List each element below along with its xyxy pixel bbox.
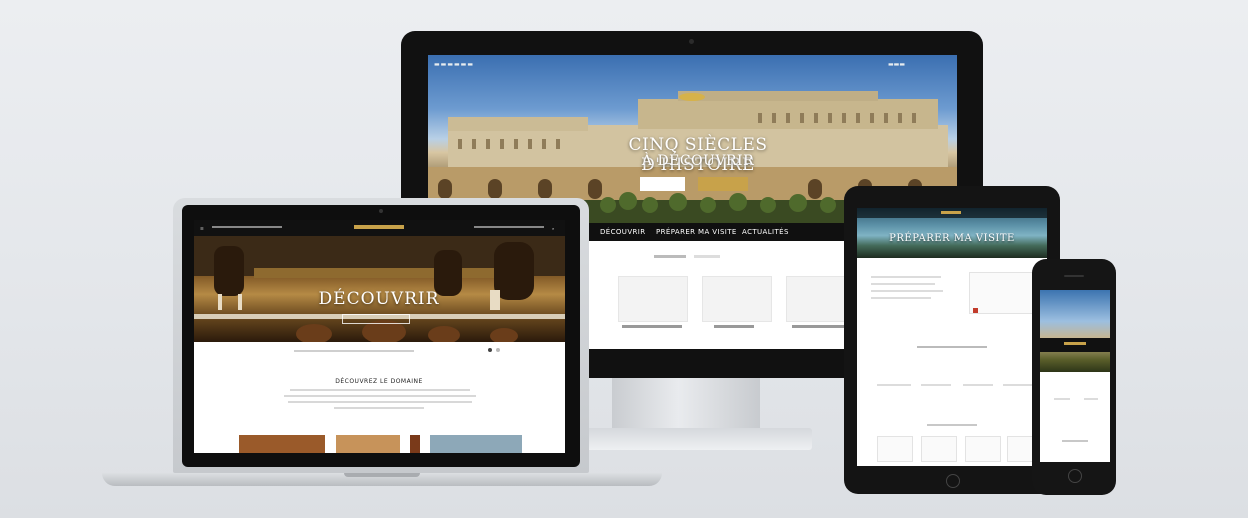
tablet-subheading xyxy=(927,424,977,426)
monitor-nav-item-2[interactable]: ACTUALITÉS xyxy=(742,228,789,236)
laptop-hero-button[interactable] xyxy=(342,314,410,324)
monitor-card-1-label xyxy=(622,325,682,328)
laptop-thumbnail-1[interactable] xyxy=(239,435,325,453)
tablet-text-line xyxy=(871,283,935,285)
tablet-section-heading xyxy=(917,346,987,348)
monitor-tab-active[interactable] xyxy=(654,255,686,258)
monitor-camera-icon xyxy=(689,39,694,44)
laptop-hero-title: DÉCOUVRIR xyxy=(318,289,440,309)
phone-nav-band xyxy=(1040,338,1110,352)
tablet-marker-icon xyxy=(973,308,978,313)
phone-hero-image xyxy=(1040,290,1110,372)
monitor-card-2[interactable] xyxy=(702,276,772,322)
laptop-dot-active[interactable] xyxy=(488,348,492,352)
laptop-paragraph-line-2 xyxy=(284,395,476,397)
phone-speaker xyxy=(1064,275,1084,277)
tablet-home-button[interactable] xyxy=(946,474,960,488)
laptop-thumbnail-4[interactable] xyxy=(430,435,522,453)
laptop-thumbnail-3[interactable] xyxy=(410,435,420,453)
tablet-item[interactable] xyxy=(963,384,993,386)
tablet-item[interactable] xyxy=(921,384,951,386)
phone-text-line xyxy=(1054,398,1070,400)
laptop-right-links[interactable] xyxy=(474,226,544,228)
monitor-card-1[interactable] xyxy=(618,276,688,322)
laptop-thumbnail-2[interactable] xyxy=(336,435,400,453)
tablet-logo[interactable] xyxy=(941,211,961,214)
monitor-stand-base xyxy=(560,428,812,450)
phone-text-line xyxy=(1062,440,1088,442)
tablet-card[interactable] xyxy=(965,436,1001,462)
laptop-camera-icon xyxy=(379,209,383,213)
monitor-hero-button-gold[interactable] xyxy=(698,177,748,191)
monitor-nav-item-1[interactable]: PRÉPARER MA VISITE xyxy=(656,228,737,236)
monitor-hero-title-line2: À DÉCOUVRIR xyxy=(641,153,755,169)
laptop-top-bar: ☰ ⌕ xyxy=(194,220,565,236)
monitor-tab[interactable] xyxy=(694,255,720,258)
laptop-search-icon[interactable]: ⌕ xyxy=(552,226,554,231)
tablet-side-panel[interactable] xyxy=(969,272,1035,314)
monitor-card-2-label xyxy=(714,325,754,328)
laptop-paragraph-line-4 xyxy=(334,407,424,409)
monitor-nav-item-0[interactable]: DÉCOUVRIR xyxy=(600,228,646,236)
tablet-item[interactable] xyxy=(1003,384,1033,386)
tablet-card[interactable] xyxy=(921,436,957,462)
monitor-card-3-label xyxy=(792,325,848,328)
laptop-screen: ☰ ⌕ DÉCOUVRIR DÉCOUVREZ LE DOMAINE xyxy=(194,220,565,453)
monitor-header-links[interactable]: ▬▬▬ xyxy=(888,61,905,68)
phone-text-line xyxy=(1084,398,1098,400)
tablet-card[interactable] xyxy=(877,436,913,462)
laptop-paragraph-line-3 xyxy=(288,401,472,403)
tablet-text-line xyxy=(871,276,941,278)
laptop-logo[interactable] xyxy=(354,225,404,229)
laptop-menu-icon[interactable]: ☰ xyxy=(200,226,204,231)
laptop-top-links[interactable] xyxy=(212,226,282,228)
monitor-logo[interactable]: ▬▬▬▬▬▬ xyxy=(434,61,474,68)
tablet-screen: PRÉPARER MA VISITE xyxy=(857,208,1047,466)
phone-logo[interactable] xyxy=(1064,342,1086,345)
monitor-stand-neck xyxy=(612,378,760,430)
laptop-section-heading: DÉCOUVREZ LE DOMAINE xyxy=(335,378,423,385)
laptop-paragraph-line-1 xyxy=(290,389,470,391)
tablet-item[interactable] xyxy=(877,384,911,386)
tablet-text-line xyxy=(871,297,931,299)
laptop-hero-image: DÉCOUVRIR xyxy=(194,236,565,342)
monitor-hero-button-primary[interactable] xyxy=(640,177,685,191)
laptop-dot[interactable] xyxy=(496,348,500,352)
laptop-notch xyxy=(344,473,420,477)
tablet-text-line xyxy=(871,290,943,292)
tablet-hero-title: PRÉPARER MA VISITE xyxy=(889,233,1015,244)
phone-home-button[interactable] xyxy=(1068,469,1082,483)
phone-screen xyxy=(1040,290,1110,462)
laptop-subnav[interactable] xyxy=(294,350,414,352)
